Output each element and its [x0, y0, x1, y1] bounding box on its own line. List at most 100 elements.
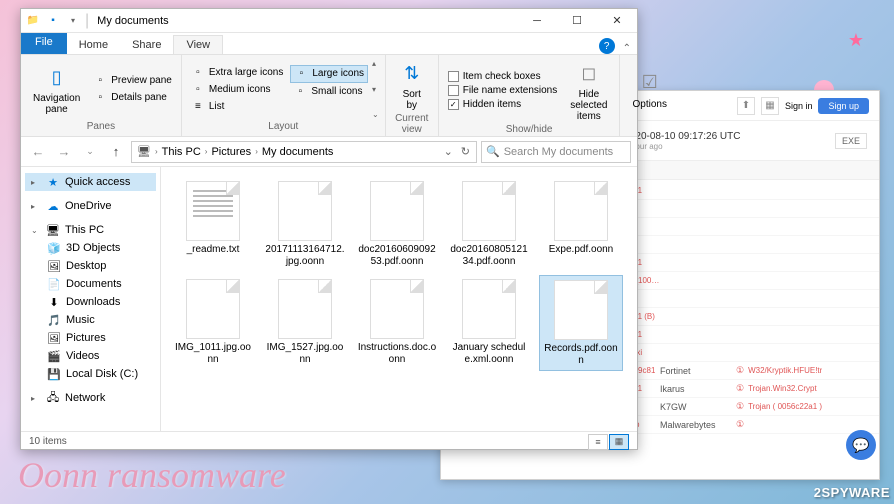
qat-icon[interactable]: ▪: [45, 13, 61, 29]
list-button[interactable]: ≡List: [188, 98, 286, 114]
sidebar: ▸★Quick access ▸☁OneDrive ⌄🖥This PC 🧊3D …: [21, 167, 161, 431]
file-item[interactable]: Records.pdf.oonn: [539, 275, 623, 371]
file-thumbnail-icon: [462, 279, 516, 339]
file-thumbnail-icon: [186, 279, 240, 339]
star-icon: ★: [46, 175, 60, 189]
file-item[interactable]: 20171113164712.jpg.oonn: [263, 177, 347, 271]
hidden-items-toggle[interactable]: ✓Hidden items: [445, 98, 561, 111]
sort-by-button[interactable]: ⇅ Sort by: [392, 57, 432, 113]
breadcrumb-seg[interactable]: This PC: [159, 146, 204, 158]
sidebar-item[interactable]: 💾Local Disk (C:): [25, 365, 156, 383]
details-pane-button[interactable]: ▫Details pane: [90, 90, 175, 106]
sidebar-item[interactable]: 🖼Desktop: [25, 257, 156, 275]
breadcrumb-seg[interactable]: Pictures: [208, 146, 254, 158]
file-explorer-window: 📁 ▪ ▾ | My documents ─ ☐ ✕ File Home Sha…: [20, 8, 638, 450]
close-button[interactable]: ✕: [597, 9, 637, 33]
tab-share[interactable]: Share: [120, 36, 173, 54]
medium-icons-button[interactable]: ▫Medium icons: [188, 81, 286, 97]
av-vendor: Malwarebytes: [660, 420, 732, 430]
file-thumbnail-icon: [278, 181, 332, 241]
breadcrumb-dropdown-icon[interactable]: ⌄: [440, 145, 457, 158]
window-titlebar: 📁 ▪ ▾ | My documents ─ ☐ ✕: [21, 9, 637, 33]
breadcrumb-seg[interactable]: My documents: [259, 146, 337, 158]
breadcrumb[interactable]: 🖥 › This PC › Pictures › My documents ⌄ …: [131, 141, 477, 163]
extra-large-icons-button[interactable]: ▫Extra large icons: [188, 64, 286, 80]
med-icons-icon: ▫: [191, 82, 205, 96]
details-view-button[interactable]: ≡: [588, 434, 608, 450]
sidebar-item[interactable]: 🧊3D Objects: [25, 239, 156, 257]
av-vendor: K7GW: [660, 402, 732, 412]
file-extensions-toggle[interactable]: File name extensions: [445, 84, 561, 97]
preview-pane-button[interactable]: ▫Preview pane: [90, 73, 175, 89]
up-button[interactable]: ↑: [105, 141, 127, 163]
icons-view-button[interactable]: ▦: [609, 434, 629, 450]
file-item[interactable]: IMG_1011.jpg.oonn: [171, 275, 255, 371]
address-bar: ← → ⌄ ↑ 🖥 › This PC › Pictures › My docu…: [21, 137, 637, 167]
sidebar-item-label: Videos: [66, 350, 99, 362]
sort-icon: ⇅: [398, 59, 426, 87]
grid-icon[interactable]: ▦: [761, 97, 779, 115]
item-count: 10 items: [29, 436, 67, 447]
search-input[interactable]: 🔍 Search My documents: [481, 141, 631, 163]
qat-dropdown-icon[interactable]: ▾: [65, 13, 81, 29]
collapse-ribbon-icon[interactable]: ⌃: [623, 43, 631, 54]
forward-button[interactable]: →: [53, 141, 75, 163]
sidebar-item[interactable]: 🎵Music: [25, 311, 156, 329]
tab-view[interactable]: View: [173, 35, 223, 54]
file-item[interactable]: IMG_1527.jpg.oonn: [263, 275, 347, 371]
minimize-button[interactable]: ─: [517, 9, 557, 33]
folder-icon: 💾: [47, 367, 61, 381]
sidebar-item-label: Documents: [66, 278, 122, 290]
sidebar-onedrive[interactable]: ▸☁OneDrive: [25, 197, 156, 215]
sidebar-item[interactable]: ⬇Downloads: [25, 293, 156, 311]
chat-button[interactable]: 💬: [846, 430, 876, 460]
sidebar-quick-access[interactable]: ▸★Quick access: [25, 173, 156, 191]
file-view[interactable]: _readme.txt20171113164712.jpg.oonn doc201…: [161, 167, 637, 431]
sidebar-item-label: 3D Objects: [66, 242, 120, 254]
threat-name: Trojan.Win32.Crypt: [748, 384, 817, 393]
current-view-group-label: Current view: [392, 113, 432, 137]
upload-icon[interactable]: ⬆: [737, 97, 755, 115]
maximize-button[interactable]: ☐: [557, 9, 597, 33]
file-tab[interactable]: File: [21, 33, 67, 54]
file-item[interactable]: January schedule.xml.oonn: [447, 275, 531, 371]
sidebar-item-label: Pictures: [66, 332, 106, 344]
sidebar-network[interactable]: ▸🖧Network: [25, 389, 156, 407]
signup-button[interactable]: Sign up: [818, 98, 869, 114]
tab-home[interactable]: Home: [67, 36, 120, 54]
back-button[interactable]: ←: [27, 141, 49, 163]
file-name: Expe.pdf.oonn: [549, 244, 614, 256]
sidebar-item[interactable]: 🖼Pictures: [25, 329, 156, 347]
sidebar-item[interactable]: 🎬Videos: [25, 347, 156, 365]
folder-icon: 📄: [47, 277, 61, 291]
layout-scroll-up-icon[interactable]: ▴: [372, 59, 379, 68]
options-button[interactable]: ☑ Options: [626, 57, 672, 121]
checkbox-checked-icon: ✓: [448, 99, 459, 110]
brand-text: Oonn ransomware: [18, 454, 286, 496]
file-item[interactable]: Instructions.doc.oonn: [355, 275, 439, 371]
layout-expand-icon[interactable]: ⌄: [372, 110, 379, 119]
layout-scroll-down-icon[interactable]: ▾: [372, 85, 379, 94]
file-item[interactable]: _readme.txt: [171, 177, 255, 271]
small-icons-button[interactable]: ▫Small icons: [290, 84, 368, 100]
help-icon[interactable]: ?: [599, 38, 615, 54]
hide-selected-button[interactable]: ◻ Hide selected items: [564, 57, 613, 124]
navigation-pane-button[interactable]: ▯ Navigation pane: [27, 57, 86, 121]
file-thumbnail-icon: [554, 280, 608, 340]
file-item[interactable]: doc2016080512134.pdf.oonn: [447, 177, 531, 271]
large-icons-button[interactable]: ▫Large icons: [290, 65, 368, 83]
file-item[interactable]: Expe.pdf.oonn: [539, 177, 623, 271]
xl-icons-icon: ▫: [191, 65, 205, 79]
file-item[interactable]: doc2016060909253.pdf.oonn: [355, 177, 439, 271]
refresh-icon[interactable]: ↻: [457, 145, 474, 158]
sidebar-item[interactable]: 📄 Documents: [25, 275, 156, 293]
signin-link[interactable]: Sign in: [785, 101, 813, 111]
file-name: doc2016060909253.pdf.oonn: [357, 244, 437, 267]
recent-dropdown[interactable]: ⌄: [79, 141, 101, 163]
checkbox-icon: [448, 71, 459, 82]
file-thumbnail-icon: [370, 181, 424, 241]
details-icon: ▫: [93, 91, 107, 105]
sidebar-this-pc[interactable]: ⌄🖥This PC: [25, 221, 156, 239]
av-vendor: Fortinet: [660, 366, 732, 376]
item-checkboxes-toggle[interactable]: Item check boxes: [445, 70, 561, 83]
